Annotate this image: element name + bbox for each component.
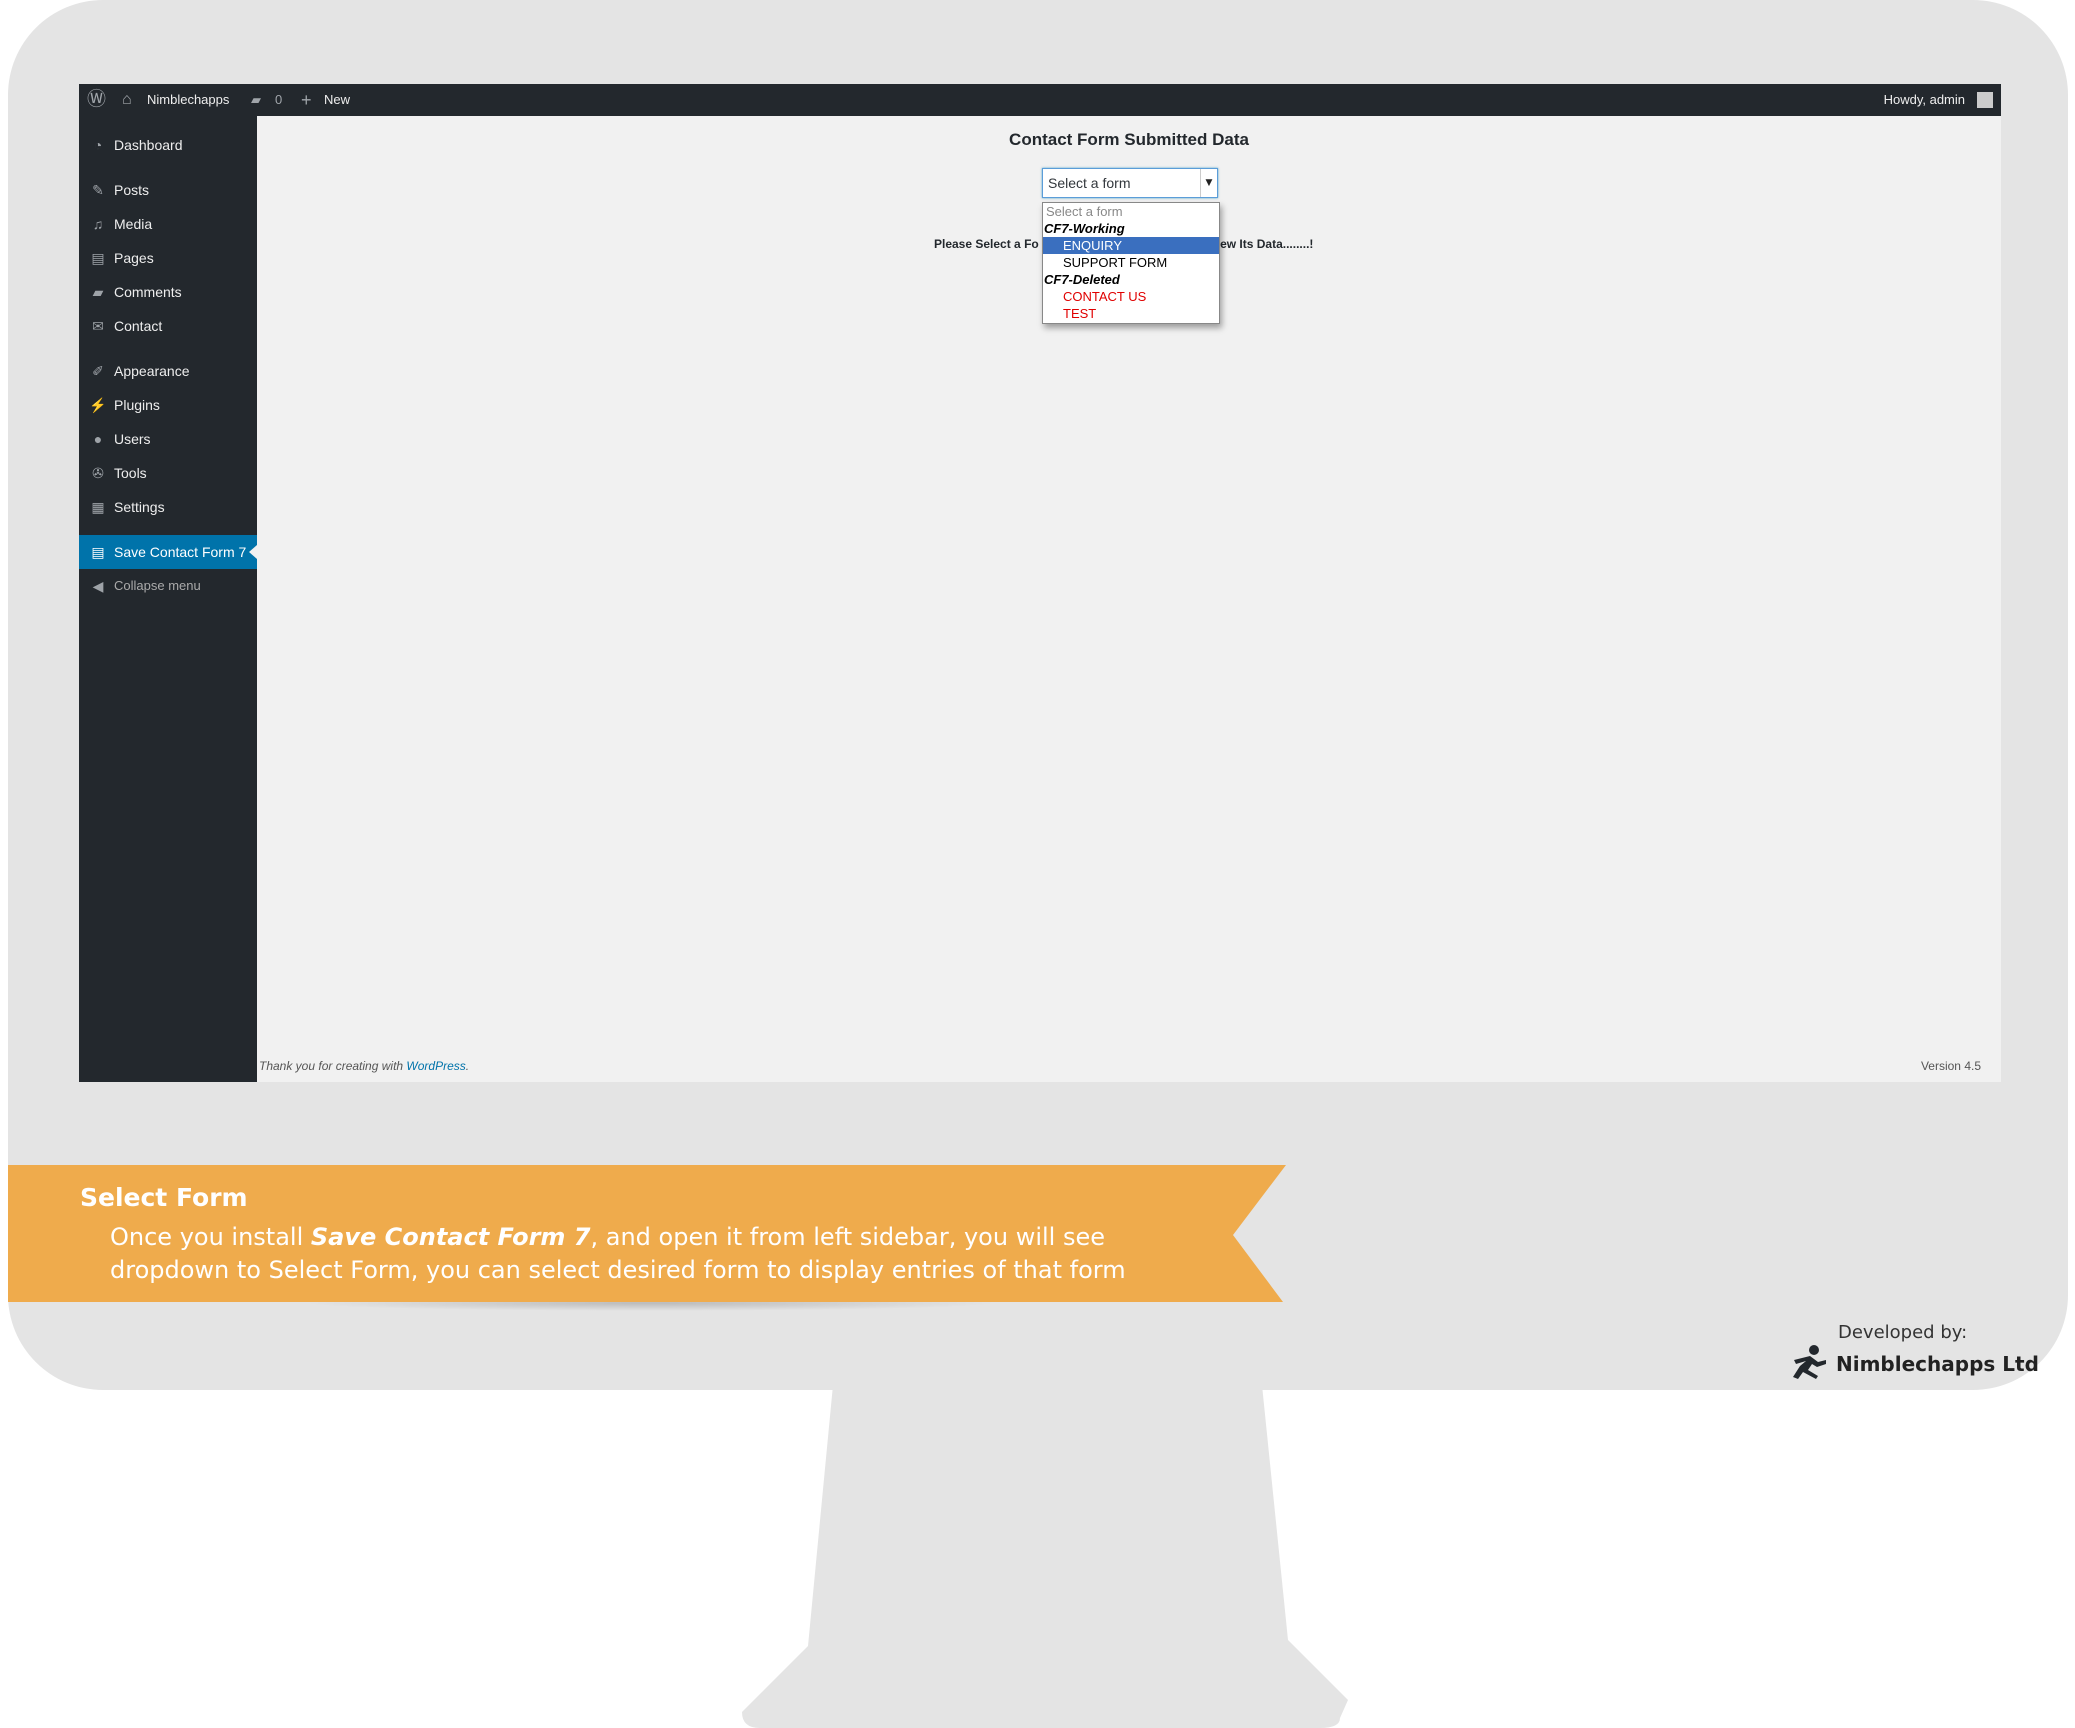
greeting[interactable]: Howdy, admin xyxy=(1884,84,1965,116)
user-icon: ● xyxy=(93,431,103,447)
wordpress-link[interactable]: WordPress xyxy=(406,1059,465,1073)
sidebar-item-tools[interactable]: ✇ Tools xyxy=(79,456,257,490)
comments-count[interactable]: 0 xyxy=(275,84,282,116)
sidebar-item-plugins[interactable]: ⚡ Plugins xyxy=(79,388,257,422)
banner-emphasis: Save Contact Form 7 xyxy=(310,1223,591,1251)
sidebar-item-dashboard[interactable]: ◔ Dashboard xyxy=(79,128,257,162)
dropdown-group-deleted: CF7-Deleted xyxy=(1044,272,1120,287)
admin-sidebar: ◔ Dashboard ✎ Posts ♫ Media ▤ Pages ▰ Co… xyxy=(79,116,257,1082)
sidebar-item-media[interactable]: ♫ Media xyxy=(79,207,257,241)
avatar[interactable] xyxy=(1977,92,1993,108)
chevron-down-icon[interactable]: ▼ xyxy=(1200,169,1217,197)
dropdown-option-enquiry[interactable]: ENQUIRY xyxy=(1043,237,1219,254)
sidebar-item-users[interactable]: ● Users xyxy=(79,422,257,456)
envelope-icon: ✉ xyxy=(92,318,104,334)
media-icon: ♫ xyxy=(92,216,104,232)
sidebar-item-appearance[interactable]: ✐ Appearance xyxy=(79,354,257,388)
sidebar-item-posts[interactable]: ✎ Posts xyxy=(79,173,257,207)
dropdown-option-contact-us[interactable]: CONTACT US xyxy=(1043,288,1219,305)
wordpress-logo-icon[interactable]: Ⓦ xyxy=(87,84,106,116)
pages-icon: ▤ xyxy=(91,250,105,266)
form-select[interactable]: Select a form ▼ xyxy=(1042,168,1218,198)
footer-version: Version 4.5 xyxy=(1920,1059,1981,1073)
pin-icon: ✎ xyxy=(92,182,104,198)
collapse-menu-button[interactable]: ◀ Collapse menu xyxy=(79,569,257,603)
form-icon: ▤ xyxy=(91,544,105,560)
banner-text: Once you install Save Contact Form 7, an… xyxy=(110,1223,1126,1284)
dropdown-option-support-form[interactable]: SUPPORT FORM xyxy=(1043,254,1219,271)
plus-icon[interactable]: + xyxy=(301,84,312,116)
admin-bar: Ⓦ ⌂ Nimblechapps ▰ 0 + New Howdy, admin xyxy=(79,84,2001,116)
select-hint-left: Please Select a Fo xyxy=(934,237,1039,251)
developed-by-label: Developed by: xyxy=(1838,1322,1968,1343)
developer-name: Nimblechapps Ltd xyxy=(1836,1352,2039,1376)
site-name-link[interactable]: Nimblechapps xyxy=(147,84,229,116)
select-hint-right: iew Its Data........! xyxy=(1216,237,1314,251)
form-select-dropdown: Select a form CF7-Working ENQUIRY SUPPOR… xyxy=(1042,202,1220,324)
comment-icon[interactable]: ▰ xyxy=(251,84,261,116)
comment-icon: ▰ xyxy=(92,284,104,300)
collapse-icon: ◀ xyxy=(92,578,104,594)
wrench-icon: ✇ xyxy=(92,465,104,481)
sidebar-item-comments[interactable]: ▰ Comments xyxy=(79,275,257,309)
banner-title: Select Form xyxy=(80,1183,248,1212)
dropdown-option-test[interactable]: TEST xyxy=(1043,305,1219,322)
wp-admin-screen: Ⓦ ⌂ Nimblechapps ▰ 0 + New Howdy, admin … xyxy=(79,84,2001,1082)
footer-thanks: Thank you for creating with WordPress. xyxy=(259,1059,470,1073)
select-value: Select a form xyxy=(1048,175,1131,191)
plug-icon: ⚡ xyxy=(89,397,107,413)
brush-icon: ✐ xyxy=(92,363,104,379)
page-title: Contact Form Submitted Data xyxy=(1009,130,1249,149)
new-link[interactable]: New xyxy=(324,84,350,116)
home-icon[interactable]: ⌂ xyxy=(122,84,132,116)
settings-icon: ▦ xyxy=(91,499,105,515)
sidebar-item-pages[interactable]: ▤ Pages xyxy=(79,241,257,275)
dropdown-group-working: CF7-Working xyxy=(1044,221,1125,236)
dashboard-icon: ◔ xyxy=(93,137,103,153)
dropdown-placeholder-option[interactable]: Select a form xyxy=(1043,203,1219,220)
sidebar-item-settings[interactable]: ▦ Settings xyxy=(79,490,257,524)
sidebar-item-contact[interactable]: ✉ Contact xyxy=(79,309,257,343)
sidebar-item-save-contact-form-7[interactable]: ▤ Save Contact Form 7 xyxy=(79,535,257,569)
nimblechapps-logo-icon xyxy=(1793,1345,1826,1379)
